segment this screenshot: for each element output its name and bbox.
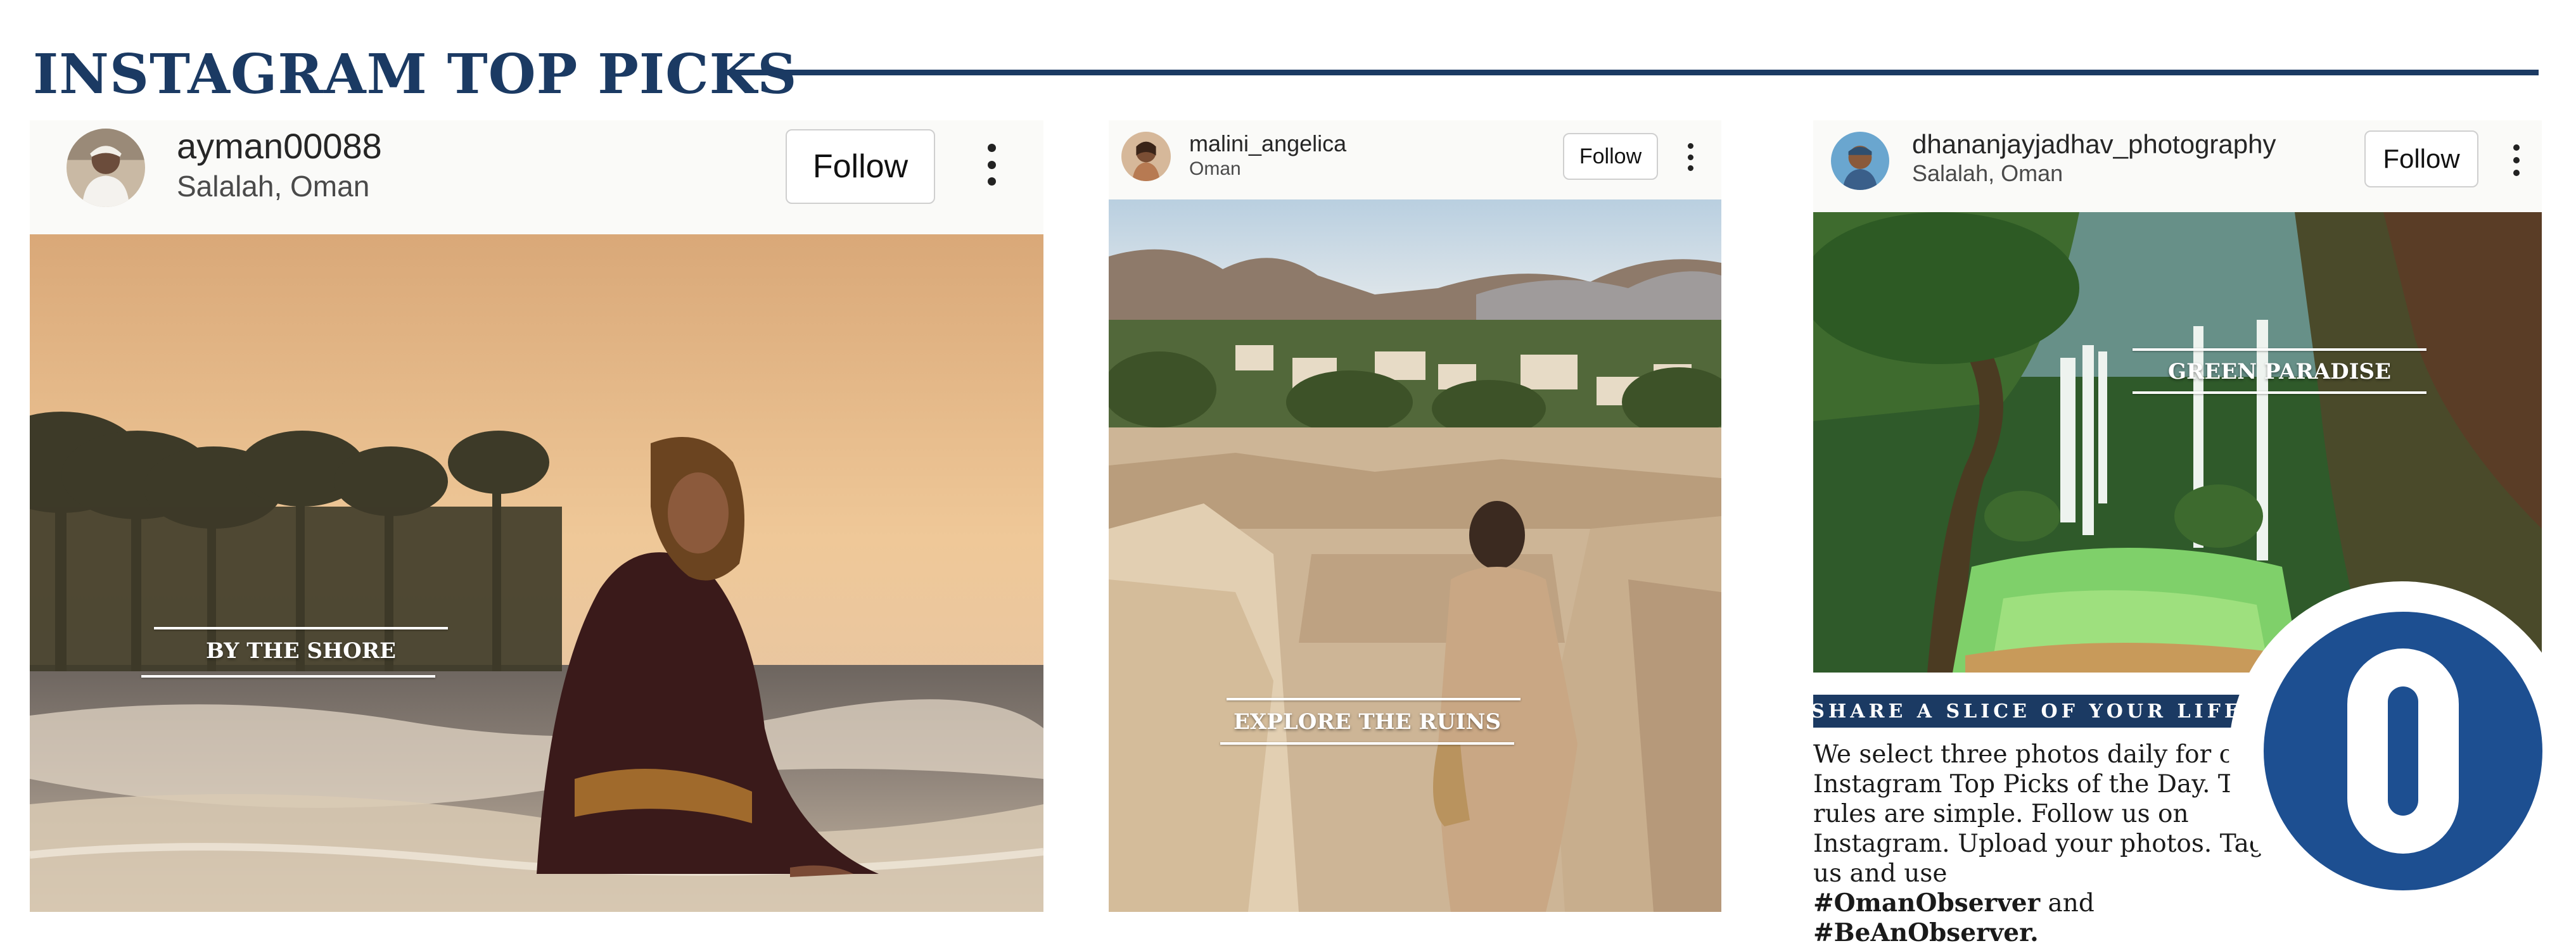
avatar[interactable]	[1831, 132, 1889, 190]
username[interactable]: dhananjayjadhav_photography	[1912, 128, 2276, 161]
info-body: We select three photos daily for our Ins…	[1813, 740, 2295, 948]
caption-rule-top	[1227, 698, 1521, 700]
photo-caption: GREEN PARADISE	[2167, 359, 2391, 384]
hashtag-oman-observer[interactable]: #OmanObserver	[1813, 888, 2040, 918]
conjunction-text: and	[2048, 889, 2095, 918]
avatar[interactable]	[1121, 132, 1171, 181]
caption-rule-top	[154, 627, 448, 629]
instagram-post-1: ayman00088 Salalah, Oman Follow BY THE S…	[30, 120, 1043, 912]
post-header: dhananjayjadhav_photography Salalah, Oma…	[1813, 120, 2542, 212]
header-rule	[717, 70, 2539, 75]
more-vertical-icon[interactable]	[986, 144, 997, 186]
photo-caption: EXPLORE THE RUINS	[1233, 709, 1501, 735]
follow-button[interactable]: Follow	[1563, 133, 1658, 180]
caption-rule-bottom	[141, 675, 435, 678]
info-body-text: We select three photos daily for our Ins…	[1813, 740, 2266, 888]
location[interactable]: Salalah, Oman	[177, 168, 369, 204]
caption-rule-bottom	[2133, 391, 2426, 394]
caption-rule-top	[2133, 348, 2426, 351]
username[interactable]: ayman00088	[177, 124, 382, 168]
caption-rule-bottom	[1220, 742, 1514, 745]
photo-caption: BY THE SHORE	[206, 638, 396, 664]
follow-button[interactable]: Follow	[786, 129, 935, 204]
post-photo[interactable]	[1109, 199, 1721, 912]
page-title: INSTAGRAM TOP PICKS	[33, 42, 798, 106]
follow-button[interactable]: Follow	[2364, 130, 2478, 187]
more-vertical-icon[interactable]	[1687, 143, 1694, 171]
share-heading: SHARE A SLICE OF YOUR LIFE	[1811, 695, 2240, 728]
location[interactable]: Oman	[1189, 157, 1241, 181]
hashtag-be-an-observer[interactable]: #BeAnObserver.	[1813, 918, 2039, 947]
username[interactable]: malini_angelica	[1189, 129, 1346, 158]
instagram-post-2: malini_angelica Oman Follow EXPLORE THE …	[1109, 120, 1721, 912]
location[interactable]: Salalah, Oman	[1912, 160, 2063, 187]
post-photo[interactable]	[30, 234, 1043, 912]
avatar[interactable]	[67, 129, 145, 207]
more-vertical-icon[interactable]	[2513, 144, 2520, 176]
oman-observer-logo	[2264, 612, 2542, 890]
post-header: ayman00088 Salalah, Oman Follow	[30, 120, 1043, 234]
post-header: malini_angelica Oman Follow	[1109, 120, 1721, 199]
